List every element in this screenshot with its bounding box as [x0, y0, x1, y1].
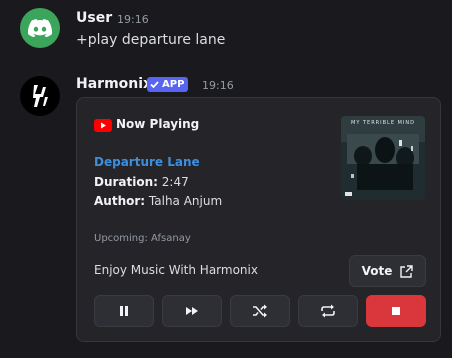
album-art-image	[341, 116, 425, 200]
harmonix-logo-icon	[33, 85, 48, 107]
now-playing-embed: Now Playing MY TERRIBLE MIND Departure L…	[76, 97, 441, 342]
app-badge-label: APP	[162, 79, 185, 90]
skip-button[interactable]	[162, 295, 222, 327]
fast-forward-icon	[186, 307, 198, 315]
duration-label: Duration:	[94, 175, 158, 189]
message-timestamp: 19:16	[117, 13, 149, 26]
thumbnail-caption: MY TERRIBLE MIND	[351, 120, 415, 126]
album-thumbnail[interactable]: MY TERRIBLE MIND	[341, 116, 425, 200]
upcoming-text: Upcoming: Afsanay	[94, 233, 191, 244]
embed-footer: Enjoy Music With Harmonix	[94, 263, 258, 277]
stop-icon	[392, 307, 400, 315]
shuffle-button[interactable]	[230, 295, 290, 327]
shuffle-icon	[253, 304, 267, 318]
repeat-icon	[321, 304, 335, 318]
vote-label: Vote	[361, 264, 393, 278]
checkmark-icon	[150, 81, 159, 89]
embed-header: Now Playing	[116, 117, 200, 131]
author-row: Author: Talha Anjum	[94, 194, 222, 208]
bot-timestamp: 19:16	[202, 79, 234, 92]
author-value: Talha Anjum	[148, 194, 223, 208]
pause-button[interactable]	[94, 295, 154, 327]
stop-button[interactable]	[366, 295, 426, 327]
loop-button[interactable]	[298, 295, 358, 327]
song-title-link[interactable]: Departure Lane	[94, 155, 200, 169]
external-link-icon	[400, 264, 414, 278]
app-badge: APP	[147, 77, 189, 92]
duration-row: Duration: 2:47	[94, 175, 189, 189]
message-text: +play departure lane	[76, 32, 226, 48]
pause-icon	[120, 306, 128, 316]
vote-button[interactable]: Vote	[349, 255, 426, 287]
duration-value: 2:47	[161, 175, 189, 189]
user-avatar[interactable]	[20, 8, 60, 48]
bot-username[interactable]: Harmonix	[76, 76, 152, 92]
discord-logo-icon	[28, 19, 52, 37]
youtube-icon	[94, 119, 112, 132]
author-label: Author:	[94, 194, 146, 208]
message-username[interactable]: User	[76, 10, 112, 26]
bot-avatar[interactable]	[20, 76, 60, 116]
